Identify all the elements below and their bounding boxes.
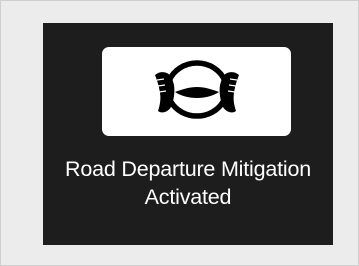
alert-message: Road Departure Mitigation Activated [43, 155, 333, 211]
screenshot-frame: Road Departure Mitigation Activated [0, 0, 359, 266]
road-departure-mitigation-icon [154, 59, 239, 119]
alert-message-line1: Road Departure Mitigation [65, 157, 311, 181]
alert-icon-box [102, 47, 291, 136]
alert-message-line2: Activated [144, 185, 232, 209]
instrument-display: Road Departure Mitigation Activated [43, 23, 333, 245]
